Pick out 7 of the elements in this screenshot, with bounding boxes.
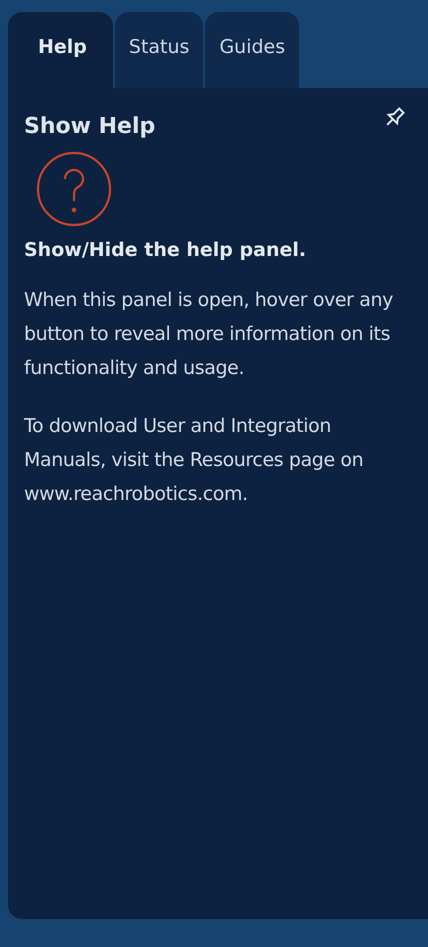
help-heading: Show/Hide the help panel. xyxy=(24,239,308,261)
help-paragraph: To download User and Integration Manuals, visit the Resources page on www.reachrobotics.com. xyxy=(24,414,364,507)
tab[interactable]: Guides xyxy=(205,12,300,88)
tab[interactable]: Status xyxy=(114,12,204,88)
help-paragraph: When this panel is open, hover over any button to reveal more information on its functionality and usage. xyxy=(24,288,394,381)
panel-title: Show Help xyxy=(24,114,156,139)
tab[interactable]: Help xyxy=(8,12,113,88)
